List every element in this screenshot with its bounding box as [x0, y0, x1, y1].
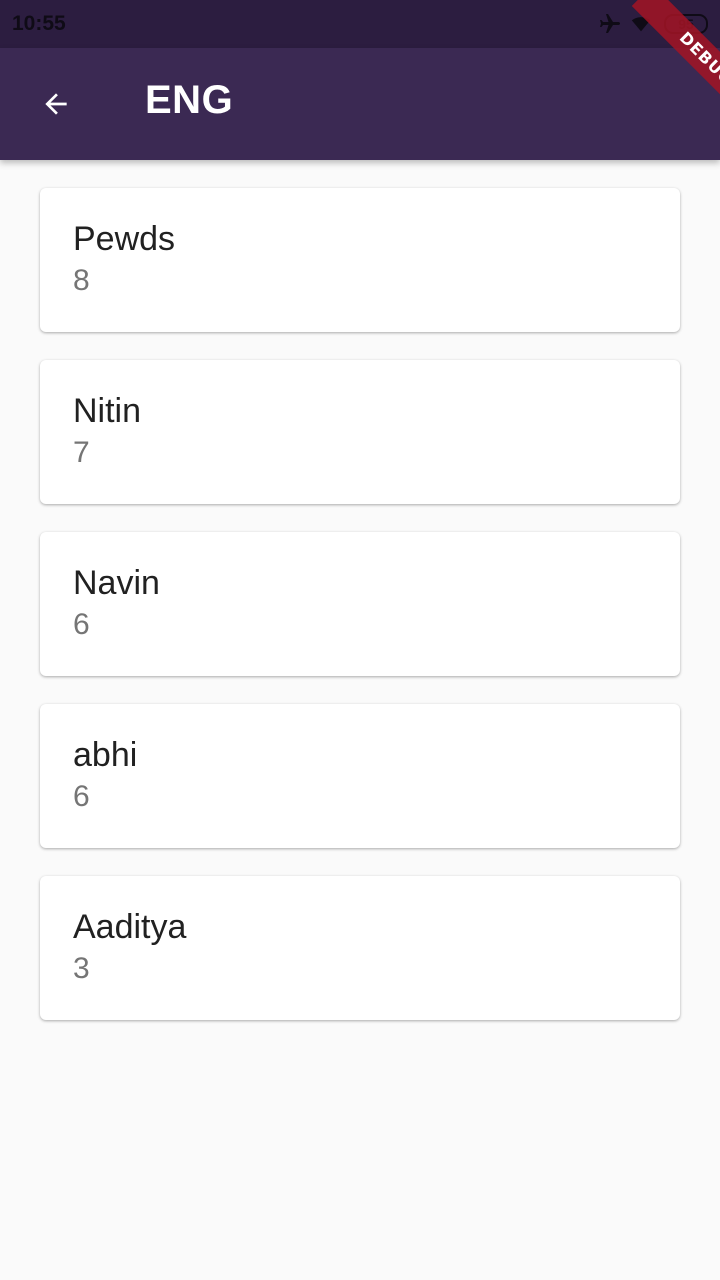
page-title: ENG: [145, 78, 234, 122]
back-button[interactable]: [24, 72, 88, 136]
card-score: 6: [73, 780, 90, 813]
card-name: Aaditya: [73, 908, 187, 946]
arrow-back-icon: [45, 93, 67, 115]
battery-icon: 95: [664, 14, 708, 34]
card-score: 7: [73, 436, 90, 469]
list-item-card[interactable]: Pewds 8: [40, 188, 680, 332]
card-name: Nitin: [73, 392, 142, 430]
card-name: Pewds: [73, 220, 176, 258]
list-item-card[interactable]: Aaditya 3: [40, 876, 680, 1020]
list-item-card[interactable]: Nitin 7: [40, 360, 680, 504]
status-time: 10:55: [12, 12, 66, 35]
app-bar: ENG: [0, 48, 720, 160]
card-score: 6: [73, 608, 90, 641]
card-name: abhi: [73, 736, 138, 774]
card-score: 8: [73, 264, 90, 297]
card-score: 3: [73, 952, 90, 985]
airplane-icon: [596, 12, 624, 36]
wifi-icon: [630, 14, 652, 34]
list-item-card[interactable]: Navin 6: [40, 532, 680, 676]
status-bar: 10:55 95: [0, 0, 720, 48]
score-list: Pewds 8 Nitin 7 Navin 6 abhi 6 Aaditya 3: [40, 188, 680, 1048]
card-name: Navin: [73, 564, 160, 602]
list-item-card[interactable]: abhi 6: [40, 704, 680, 848]
